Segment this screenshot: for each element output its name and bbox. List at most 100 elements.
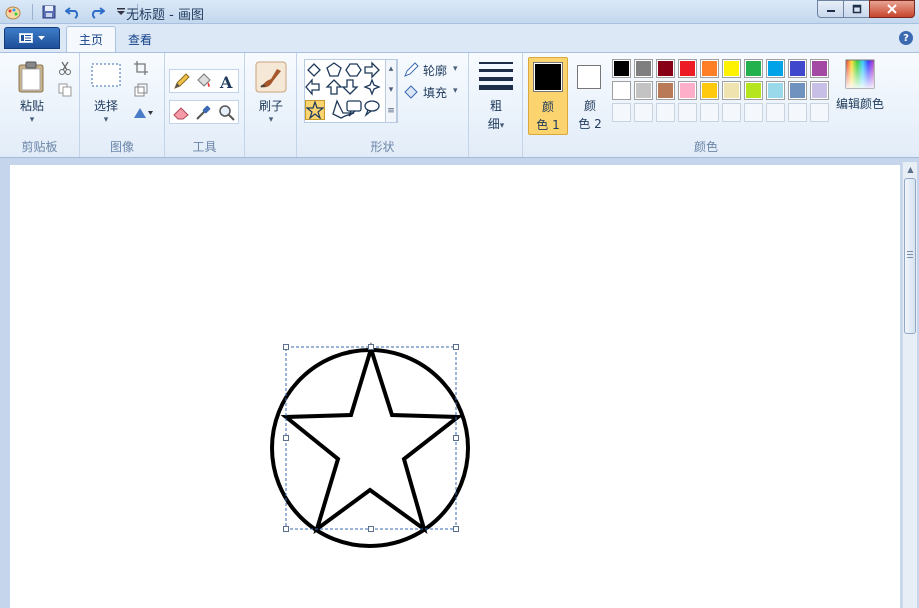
expand-gallery-icon: ≡ — [387, 106, 395, 116]
palette-color-swatch[interactable] — [700, 81, 719, 100]
edit-colors-button[interactable]: 编辑颜色 — [833, 57, 887, 127]
fill-dropdown-arrow: ▾ — [453, 86, 458, 96]
palette-empty-swatch[interactable] — [700, 103, 719, 122]
brushes-button[interactable]: 刷子 ▾ — [251, 59, 291, 131]
pencil-icon[interactable] — [173, 73, 190, 90]
fill-label: 填充 — [423, 86, 448, 100]
fill-bucket-icon[interactable] — [195, 73, 212, 90]
paint-app-icon[interactable] — [4, 3, 22, 21]
shapes-gallery — [304, 59, 398, 123]
close-icon — [887, 4, 897, 14]
resize-handle[interactable] — [368, 344, 374, 350]
resize-handle[interactable] — [283, 435, 289, 441]
window-title: 无标题 - 画图 — [126, 8, 204, 23]
scroll-thumb[interactable] — [904, 178, 916, 334]
color2-button[interactable]: 颜 色 2 — [571, 57, 609, 135]
resize-handle[interactable] — [453, 435, 459, 441]
edit-colors-icon — [845, 59, 875, 89]
size-label-text: 细 — [487, 117, 500, 131]
drawing-surface — [270, 342, 470, 548]
cut-icon[interactable] — [58, 61, 72, 75]
maximize-button[interactable] — [843, 0, 870, 18]
palette-color-swatch[interactable] — [634, 59, 653, 78]
eraser-icon[interactable] — [173, 104, 190, 121]
help-button[interactable]: ? — [899, 31, 913, 45]
brushes-dropdown-arrow: ▾ — [268, 115, 274, 125]
palette-color-swatch[interactable] — [788, 59, 807, 78]
size-button[interactable]: 粗 细▾ — [477, 59, 515, 131]
line-size-icon — [479, 62, 513, 90]
rectangle-select-icon — [91, 63, 121, 87]
outline-pen-icon — [404, 62, 419, 77]
palette-color-swatch[interactable] — [656, 81, 675, 100]
save-button[interactable] — [39, 2, 59, 22]
palette-color-swatch[interactable] — [634, 81, 653, 100]
palette-empty-swatch[interactable] — [656, 103, 675, 122]
scroll-up-arrow-icon[interactable]: ▲ — [906, 165, 915, 174]
redo-button[interactable] — [87, 2, 107, 22]
resize-handle[interactable] — [453, 526, 459, 532]
palette-empty-swatch[interactable] — [766, 103, 785, 122]
window-controls — [817, 0, 915, 18]
palette-color-swatch[interactable] — [766, 59, 785, 78]
palette-color-swatch[interactable] — [678, 59, 697, 78]
select-button[interactable]: 选择 ▾ — [88, 59, 124, 129]
outline-button[interactable]: 轮廓 ▾ — [403, 61, 465, 79]
tab-view[interactable]: 查看 — [116, 26, 164, 52]
palette-empty-swatch[interactable] — [788, 103, 807, 122]
resize-handle[interactable] — [368, 526, 374, 532]
palette-color-swatch[interactable] — [766, 81, 785, 100]
tab-home[interactable]: 主页 — [66, 26, 117, 52]
palette-color-swatch[interactable] — [744, 59, 763, 78]
size-dropdown-arrow: ▾ — [499, 121, 505, 131]
size-label-line1: 粗 — [489, 99, 502, 113]
drawing-canvas[interactable] — [10, 165, 900, 608]
palette-empty-swatch[interactable] — [810, 103, 829, 122]
shapes-scroll[interactable]: ▴ ▾ ≡ — [385, 59, 397, 123]
palette-color-swatch[interactable] — [656, 59, 675, 78]
outline-label: 轮廓 — [423, 64, 448, 78]
palette-color-swatch[interactable] — [744, 81, 763, 100]
paste-dropdown-arrow: ▾ — [29, 115, 35, 125]
palette-color-swatch[interactable] — [788, 81, 807, 100]
palette-color-swatch[interactable] — [810, 59, 829, 78]
resize-icon[interactable] — [134, 83, 148, 97]
palette-color-swatch[interactable] — [612, 81, 631, 100]
fill-button[interactable]: 填充 ▾ — [403, 83, 465, 101]
palette-empty-swatch[interactable] — [744, 103, 763, 122]
palette-color-swatch[interactable] — [722, 59, 741, 78]
vertical-scrollbar[interactable]: ▲ — [902, 162, 917, 608]
clipboard-group: 粘贴 ▾ 剪贴板 — [0, 53, 80, 157]
outline-dropdown-arrow: ▾ — [453, 64, 458, 74]
crop-icon[interactable] — [134, 61, 148, 75]
text-tool-icon[interactable]: A — [218, 73, 235, 90]
palette-color-swatch[interactable] — [810, 81, 829, 100]
palette-empty-swatch[interactable] — [634, 103, 653, 122]
color1-button[interactable]: 颜 色 1 — [528, 57, 568, 135]
resize-handle[interactable] — [453, 344, 459, 350]
size-group: 粗 细▾ — [469, 53, 523, 157]
magnifier-icon[interactable] — [218, 104, 235, 121]
tools-row-2 — [169, 100, 239, 124]
resize-handle[interactable] — [283, 526, 289, 532]
palette-empty-swatch[interactable] — [612, 103, 631, 122]
color-picker-icon[interactable] — [195, 104, 212, 121]
grip-icon — [907, 251, 913, 252]
minimize-button[interactable] — [817, 0, 844, 18]
palette-color-swatch[interactable] — [678, 81, 697, 100]
scroll-up-icon: ▴ — [388, 64, 394, 74]
palette-empty-swatch[interactable] — [678, 103, 697, 122]
star-shape-button[interactable] — [305, 100, 325, 120]
close-button[interactable] — [869, 0, 915, 18]
palette-color-swatch[interactable] — [700, 59, 719, 78]
paint-menu-button[interactable] — [4, 27, 60, 49]
help-icon: ? — [903, 32, 909, 44]
undo-button[interactable] — [63, 2, 83, 22]
paste-button[interactable]: 粘贴 ▾ — [12, 59, 52, 129]
copy-icon[interactable] — [58, 83, 72, 97]
resize-handle[interactable] — [283, 344, 289, 350]
rotate-icon[interactable] — [132, 105, 154, 119]
palette-color-swatch[interactable] — [612, 59, 631, 78]
palette-empty-swatch[interactable] — [722, 103, 741, 122]
palette-color-swatch[interactable] — [722, 81, 741, 100]
